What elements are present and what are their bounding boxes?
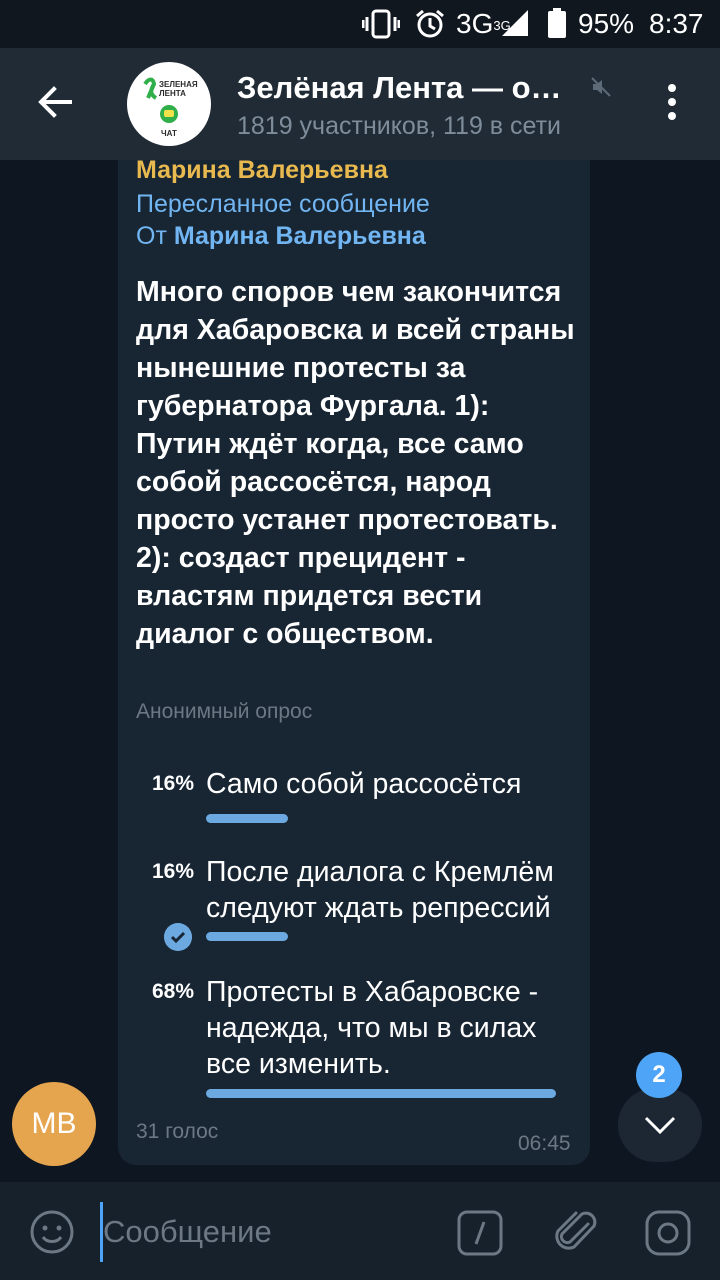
paperclip-icon[interactable]: [552, 1204, 602, 1260]
green-ribbon-logo-icon: ЗЕЛЕНАЯ ЛЕНТА ЧАТ: [143, 77, 198, 138]
poll-option-percent: 16%: [151, 772, 194, 795]
poll-option-bar: [206, 932, 288, 941]
poll-option-percent: 16%: [151, 860, 194, 883]
mute-icon: [591, 77, 611, 97]
poll-option-text: Само собой рассосётся: [206, 768, 522, 800]
chat-title[interactable]: Зелёная Лента — о…: [237, 70, 562, 106]
svg-text:ЗЕЛЕНАЯ: ЗЕЛЕНАЯ: [159, 80, 198, 89]
svg-text:ЛЕНТА: ЛЕНТА: [159, 89, 186, 98]
message-composer: [0, 1182, 720, 1280]
poll-type: Анонимный опрос: [136, 700, 313, 723]
back-arrow-icon[interactable]: [26, 72, 86, 132]
status-bar: 3G3G 95% 8:37: [0, 0, 720, 48]
message-input[interactable]: [100, 1202, 443, 1262]
chat-subtitle: 1819 участников, 119 в сети: [237, 112, 562, 140]
poll-question: Много споров чем закончится для Хабаровс…: [136, 276, 575, 650]
message-bubble[interactable]: Марина Валерьевна Пересланное сообщение …: [118, 156, 590, 1165]
sender-name[interactable]: Марина Валерьевна: [136, 156, 388, 185]
vote-count[interactable]: 31 голос: [136, 1120, 218, 1144]
emoji-icon[interactable]: [28, 1208, 76, 1256]
battery-icon: [548, 8, 566, 38]
scroll-down-button[interactable]: [610, 1088, 704, 1162]
poll-option-bar: [206, 814, 288, 823]
poll-option-bar: [206, 1089, 556, 1098]
clock: 8:37: [649, 8, 704, 39]
forwarded-from[interactable]: От Марина Валерьевна: [136, 222, 426, 251]
chosen-check-icon: [164, 923, 192, 951]
svg-text:ЧАТ: ЧАТ: [161, 129, 177, 138]
vibrate-icon: [362, 9, 400, 39]
bot-commands-icon[interactable]: [457, 1210, 503, 1256]
unread-badge: 2: [636, 1052, 682, 1098]
poll-option-percent: 68%: [151, 980, 194, 1003]
poll-option-text: Протесты в Хабаровске - надежда, что мы …: [206, 976, 539, 1080]
poll-option[interactable]: 16% После диалога с Кремлём следуют ждат…: [118, 852, 590, 952]
poll-option[interactable]: 16% Само собой рассосётся: [118, 764, 590, 824]
forwarded-label: Пересланное сообщение: [136, 190, 430, 218]
chevron-down-icon: [644, 1116, 676, 1135]
alarm-icon: [416, 9, 444, 38]
signal-icon: [502, 10, 528, 36]
camera-icon[interactable]: [645, 1210, 691, 1256]
more-options-icon[interactable]: [652, 78, 692, 128]
poll-option-text: После диалога с Кремлём следуют ждать ре…: [206, 856, 554, 924]
sender-avatar[interactable]: MB: [12, 1082, 96, 1166]
battery-percent: 95%: [578, 8, 635, 39]
chat-avatar[interactable]: ЗЕЛЕНАЯ ЛЕНТА ЧАТ: [127, 62, 211, 146]
message-time: 06:45: [518, 1132, 571, 1155]
chat-header: ЗЕЛЕНАЯ ЛЕНТА ЧАТ Зелёная Лента — о… 181…: [0, 48, 720, 160]
poll-option[interactable]: 68% Протесты в Хабаровске - надежда, что…: [118, 972, 590, 1112]
